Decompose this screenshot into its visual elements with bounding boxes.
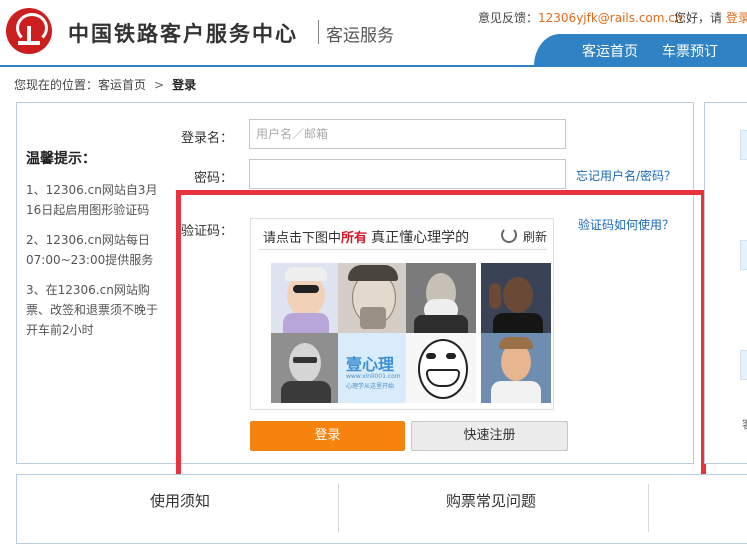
captcha-prompt-after: 真正懂心理学的 [371,230,470,246]
captcha-image[interactable] [481,333,551,403]
captcha-image[interactable] [338,263,408,333]
info-divider [338,484,339,532]
site-subtitle: 客运服务 [326,26,394,46]
captcha-image[interactable]: 壹心理 www.xinli001.com 心理学从这里开始 [338,333,408,403]
captcha-image[interactable] [481,263,551,333]
feedback-label: 意见反馈： [478,11,539,25]
side-panel-item[interactable] [740,350,747,380]
username-label: 登录名： [180,131,233,146]
quick-register-button[interactable]: 快速注册 [411,421,568,451]
nav-item-ticket[interactable]: 车票预订 [662,41,718,61]
logo-ring-shape [16,13,48,43]
forgot-password-link[interactable]: 忘记用户名/密码？ [576,167,676,184]
feedback-info: 意见反馈：12306yjfk@rails.com.cn [478,9,682,26]
title-divider [318,20,319,44]
xinli-logo-tagline: 心理学从这里开始 [346,383,395,390]
breadcrumb: 您现在的位置：客运首页 > 登录 [14,76,196,93]
info-panel [16,474,747,544]
notice-tab[interactable]: 使用须知 [150,490,210,511]
greeting-text: 您好，请 [674,11,723,25]
side-panel-item[interactable] [740,130,747,160]
xinli-logo-url: www.xinli001.com [346,373,401,380]
login-button[interactable]: 登录 [250,421,405,451]
nav-item-home[interactable]: 客运首页 [582,41,638,61]
logo-base-shape [18,41,40,45]
side-panel-text: 客 [742,416,747,432]
breadcrumb-prefix: 您现在的位置： [14,78,99,92]
tips-title: 温馨提示： [26,151,96,167]
site-title: 中国铁路客户服务中心 [68,22,298,46]
captcha-refresh-button[interactable]: 刷新 [523,228,547,245]
breadcrumb-current: 登录 [172,78,197,92]
captcha-help-link[interactable]: 验证码如何使用？ [578,216,674,233]
tip-item: 2、12306.cn网站每日07:00~23:00提供服务 [26,233,154,267]
railway-logo-icon[interactable] [6,8,52,54]
xinli-logo-text: 壹心理 [346,355,395,374]
captcha-image[interactable] [406,263,476,333]
tip-item: 1、12306.cn网站自3月16日起启用图形验证码 [26,183,158,217]
captcha-image[interactable] [271,263,341,333]
captcha-prompt: 请点击下图中所有 真正懂心理学的 [263,227,469,247]
captcha-divider [259,249,547,250]
breadcrumb-home-link[interactable]: 客运首页 [98,78,146,92]
main-nav: 客运首页 车票预订 [534,34,747,66]
refresh-icon[interactable] [501,227,517,243]
captcha-prompt-before: 请点击下图中 [263,231,342,246]
side-panel-item[interactable] [740,240,747,270]
faq-tab[interactable]: 购票常见问题 [446,490,536,511]
info-divider [648,484,649,532]
captcha-image[interactable] [406,333,476,403]
captcha-prompt-highlight: 所有 [341,231,368,246]
header-divider [0,65,747,67]
password-input[interactable] [249,159,566,189]
greeting: 您好，请 登录 [674,9,747,26]
password-label: 密码： [193,171,233,186]
feedback-email-link[interactable]: 12306yjfk@rails.com.cn [538,11,682,25]
tip-item: 3、在12306.cn网站购票、改签和退票须不晚于开车前2小时 [26,283,159,337]
header-login-link[interactable]: 登录 [726,11,747,25]
captcha-image[interactable] [271,333,341,403]
username-input[interactable] [249,119,566,149]
breadcrumb-separator: > [154,78,165,92]
captcha-widget: 请点击下图中所有 真正懂心理学的 刷新 壹心理 www.xinli001.com… [250,218,554,410]
captcha-label: 验证码： [180,224,233,239]
